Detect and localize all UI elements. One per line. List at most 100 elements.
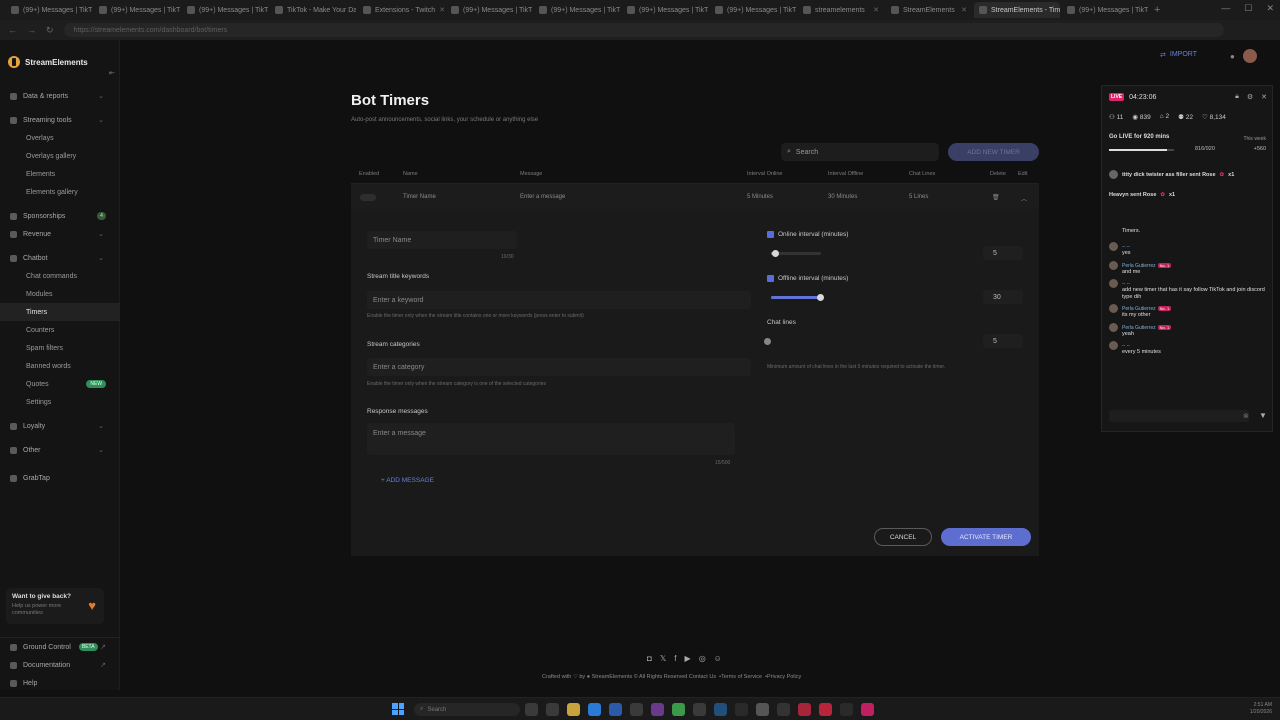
category-input[interactable]: Enter a category [367, 358, 751, 376]
maximize-icon[interactable]: ☐ [1244, 3, 1252, 14]
chat-lines-slider-knob[interactable] [764, 338, 771, 345]
taskbar-search[interactable]: ⌕ Search [414, 703, 520, 716]
mail-icon[interactable] [609, 703, 622, 716]
url-field[interactable]: https://streamelements.com/dashboard/bot… [63, 23, 1224, 37]
timer-name-input[interactable]: Timer Name [367, 231, 517, 249]
streaming-app-icon[interactable] [861, 703, 874, 716]
browser-tab[interactable]: (99+) Messages | TikTok✕ [6, 2, 92, 18]
video-icon[interactable] [798, 703, 811, 716]
avatar[interactable] [1242, 49, 1257, 63]
close-icon[interactable]: ✕ [1261, 93, 1267, 101]
folder-icon[interactable] [567, 703, 580, 716]
sidebar-item-loyalty[interactable]: Loyalty ⌄ [0, 417, 120, 435]
browser-tab[interactable]: (99+) Messages | TikTok✕ [182, 2, 268, 18]
instagram-icon[interactable]: ◎ [699, 654, 706, 663]
capcut-icon[interactable] [840, 703, 853, 716]
sidebar-item-streaming-tools[interactable]: Streaming tools ⌄ [0, 111, 120, 129]
chat-input[interactable] [1109, 410, 1249, 422]
sidebar-item-revenue[interactable]: Revenue ⌄ [0, 225, 120, 243]
online-interval-slider[interactable] [771, 250, 821, 257]
collapse-sidebar-icon[interactable]: ⇤ [109, 69, 115, 77]
online-interval-input[interactable]: 5 [983, 246, 1023, 260]
sidebar-item-ground-control[interactable]: Ground Control BETA ↗ [0, 638, 120, 656]
browser-tab[interactable]: streamelements ✕ [798, 2, 884, 18]
photos-icon[interactable] [630, 703, 643, 716]
sidebar-item-timers[interactable]: Timers [0, 303, 120, 321]
file-explorer-icon[interactable] [525, 703, 538, 716]
table-row[interactable]: Timer Name Enter a message 5 Minutes 30 … [351, 183, 1039, 209]
online-interval-checkbox-row[interactable]: Online interval (minutes) [767, 231, 848, 238]
chrome-icon[interactable] [693, 703, 706, 716]
sidebar-item-documentation[interactable]: Documentation ↗ [0, 656, 120, 674]
browser-tab[interactable]: (99+) Messages | TikTok✕ [534, 2, 620, 18]
reload-icon[interactable]: ↻ [46, 25, 54, 36]
online-interval-checkbox[interactable] [767, 231, 774, 238]
tab-close-icon[interactable]: ✕ [439, 6, 444, 14]
activate-timer-button[interactable]: ACTIVATE TIMER [941, 528, 1031, 546]
edge-icon[interactable] [588, 703, 601, 716]
sidebar-item-banned-words[interactable]: Banned words [0, 357, 120, 375]
import-button[interactable]: ⇄ IMPORT [1160, 51, 1197, 59]
browser-tab[interactable]: TikTok - Make Your Day✕ [270, 2, 356, 18]
sidebar-item-counters[interactable]: Counters [0, 321, 120, 339]
twitch-icon[interactable]: ◘ [647, 654, 652, 663]
terminal-icon[interactable] [777, 703, 790, 716]
sidebar-item-quotes[interactable]: Quotes NEW [0, 375, 120, 393]
browser-tab[interactable]: (99+) Messages | TikTok✕ [94, 2, 180, 18]
x-icon[interactable]: 𝕏 [660, 654, 666, 663]
search-input[interactable]: ⌕ Search [781, 143, 939, 161]
sidebar-item-sponsorships[interactable]: Sponsorships 4 [0, 207, 120, 225]
sidebar-item-modules[interactable]: Modules [0, 285, 120, 303]
steam-icon[interactable] [714, 703, 727, 716]
emoji-icon[interactable]: ⊗ [1243, 412, 1249, 420]
offline-interval-checkbox[interactable] [767, 275, 774, 282]
browser-tab[interactable]: StreamElements - Tim✕ [974, 2, 1060, 18]
footer-privacy-link[interactable]: Privacy Policy [767, 674, 801, 680]
sidebar-item-data-reports[interactable]: Data & reports ⌄ [0, 87, 120, 105]
sidebar-item-overlays[interactable]: Overlays [0, 129, 120, 147]
footer-terms-link[interactable]: Terms of Service [721, 674, 762, 680]
offline-interval-input[interactable]: 30 [983, 290, 1023, 304]
forward-icon[interactable]: → [27, 25, 36, 35]
filter-icon[interactable]: ▼ [1259, 411, 1267, 420]
online-slider-knob[interactable] [772, 250, 779, 257]
discord-icon[interactable]: ☺ [714, 654, 722, 663]
settings-icon[interactable]: ⚙ [1247, 93, 1253, 101]
sidebar-item-settings[interactable]: Settings [0, 393, 120, 411]
notification-icon[interactable]: ● [1230, 52, 1235, 61]
back-icon[interactable]: ← [8, 25, 17, 35]
obs-icon[interactable] [735, 703, 748, 716]
sidebar-item-grabtap[interactable]: GrabTap [0, 469, 120, 487]
offline-slider-knob[interactable] [817, 294, 824, 301]
windows-start-icon[interactable] [392, 703, 404, 715]
offline-interval-checkbox-row[interactable]: Offline interval (minutes) [767, 275, 848, 282]
tab-close-icon[interactable]: ✕ [961, 6, 967, 14]
browser-tab[interactable]: (99+) Messages | TikTok✕ [710, 2, 796, 18]
browser-tab[interactable]: Extensions - Twitch ✕ [358, 2, 444, 18]
add-message-button[interactable]: + ADD MESSAGE [381, 477, 434, 484]
lock-icon[interactable]: 🔒︎ [1235, 93, 1239, 101]
browser-tab[interactable]: (99+) Messages | TikTok✕ [1062, 2, 1148, 18]
sidebar-item-chat-commands[interactable]: Chat commands [0, 267, 120, 285]
cancel-button[interactable]: CANCEL [874, 528, 932, 546]
enabled-toggle[interactable] [360, 194, 376, 201]
facebook-icon[interactable]: f [674, 654, 676, 663]
chat-lines-input[interactable]: 5 [983, 334, 1023, 348]
browser-tab[interactable]: StreamElements ✕ [886, 2, 972, 18]
trash-icon[interactable]: 🗑 [992, 194, 1000, 201]
sidebar-item-other[interactable]: Other ⌄ [0, 441, 120, 459]
tiktok-icon[interactable] [819, 703, 832, 716]
browser-tab[interactable]: (99+) Messages | TikTok✕ [446, 2, 532, 18]
minimize-icon[interactable]: — [1221, 3, 1230, 14]
chevron-up-icon[interactable]: ︿ [1021, 194, 1027, 203]
message-textarea[interactable]: Enter a message [367, 423, 735, 455]
settings-icon[interactable] [756, 703, 769, 716]
sidebar-item-elements-gallery[interactable]: Elements gallery [0, 183, 120, 201]
gaming-icon[interactable] [672, 703, 685, 716]
sidebar-item-help[interactable]: Help [0, 674, 120, 692]
new-tab-icon[interactable]: + [1154, 4, 1160, 16]
give-back-card[interactable]: Want to give back? Help us power more co… [6, 588, 104, 624]
youtube-icon[interactable]: ▶ [685, 654, 691, 663]
offline-interval-slider[interactable] [771, 294, 824, 301]
tab-close-icon[interactable]: ✕ [873, 6, 879, 14]
